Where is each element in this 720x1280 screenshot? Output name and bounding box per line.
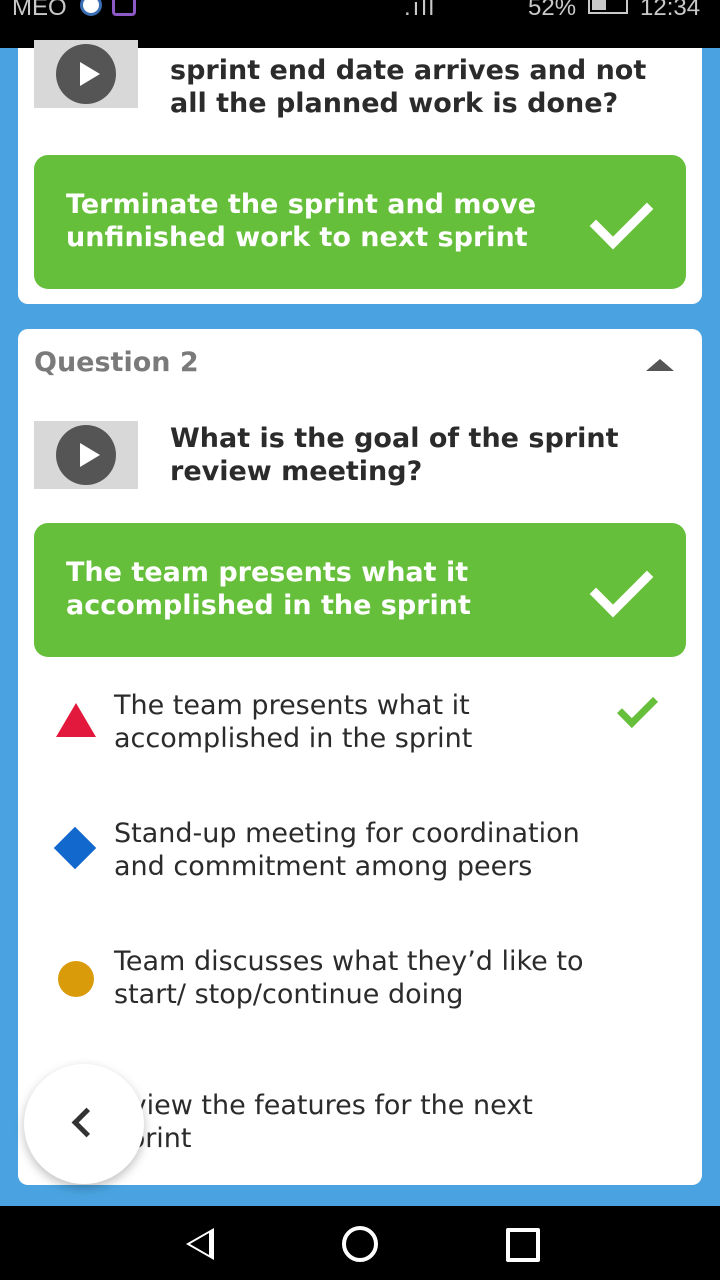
question-2-answer-text: The team presents what it accomplished i…: [66, 557, 471, 621]
option-text: The team presents what it accomplished i…: [114, 690, 473, 754]
question-1-video[interactable]: [34, 40, 138, 108]
clock: 12:34: [640, 0, 701, 21]
question-2-label: Question 2: [34, 347, 199, 378]
carrier-name: MEO: [12, 0, 67, 21]
option-text: Stand-up meeting for coordination and co…: [114, 818, 580, 882]
answer-option: Team discusses what they’d like to start…: [34, 943, 686, 1039]
signal-icon: .ıll: [404, 0, 436, 21]
chevron-up-icon[interactable]: [646, 359, 674, 371]
nav-home-icon[interactable]: [342, 1226, 378, 1262]
check-icon: [589, 553, 654, 618]
answer-option: The team presents what it accomplished i…: [34, 686, 686, 783]
play-icon[interactable]: [56, 44, 116, 104]
answer-option: Stand-up meeting for coordination and co…: [34, 815, 686, 911]
battery-percent: 52%: [528, 0, 577, 21]
question-1-text: sprint end date arrives and not all the …: [170, 55, 647, 119]
option-text: Team discusses what they’d like to start…: [114, 946, 584, 1010]
question-1-card: sprint end date arrives and not all the …: [18, 40, 702, 304]
question-2-text: What is the goal of the sprint review me…: [170, 423, 619, 487]
play-icon[interactable]: [56, 425, 116, 485]
question-2-video[interactable]: [34, 421, 138, 489]
question-2-card: Question 2 What is the goal of the sprin…: [18, 329, 702, 1185]
circle-icon: [58, 961, 94, 997]
battery-icon: [588, 0, 628, 14]
question-1-correct-answer: Terminate the sprint and move unfinished…: [34, 155, 686, 289]
system-nav-bar: [0, 1206, 720, 1280]
triangle-icon: [56, 703, 96, 737]
option-text: eview the features for the next sprint: [114, 1090, 533, 1154]
back-button[interactable]: [24, 1064, 144, 1184]
gallery-notification-icon: [112, 0, 136, 16]
check-icon: [589, 185, 654, 250]
diamond-icon: [53, 826, 97, 870]
nav-back-icon[interactable]: [186, 1228, 214, 1260]
nav-recents-icon[interactable]: [506, 1228, 540, 1262]
chevron-left-icon[interactable]: [71, 1107, 102, 1138]
question-2-correct-answer: The team presents what it accomplished i…: [34, 523, 686, 657]
check-icon: [616, 686, 659, 729]
app-notification-icon: [80, 0, 102, 16]
question-1-answer-text: Terminate the sprint and move unfinished…: [66, 189, 537, 253]
